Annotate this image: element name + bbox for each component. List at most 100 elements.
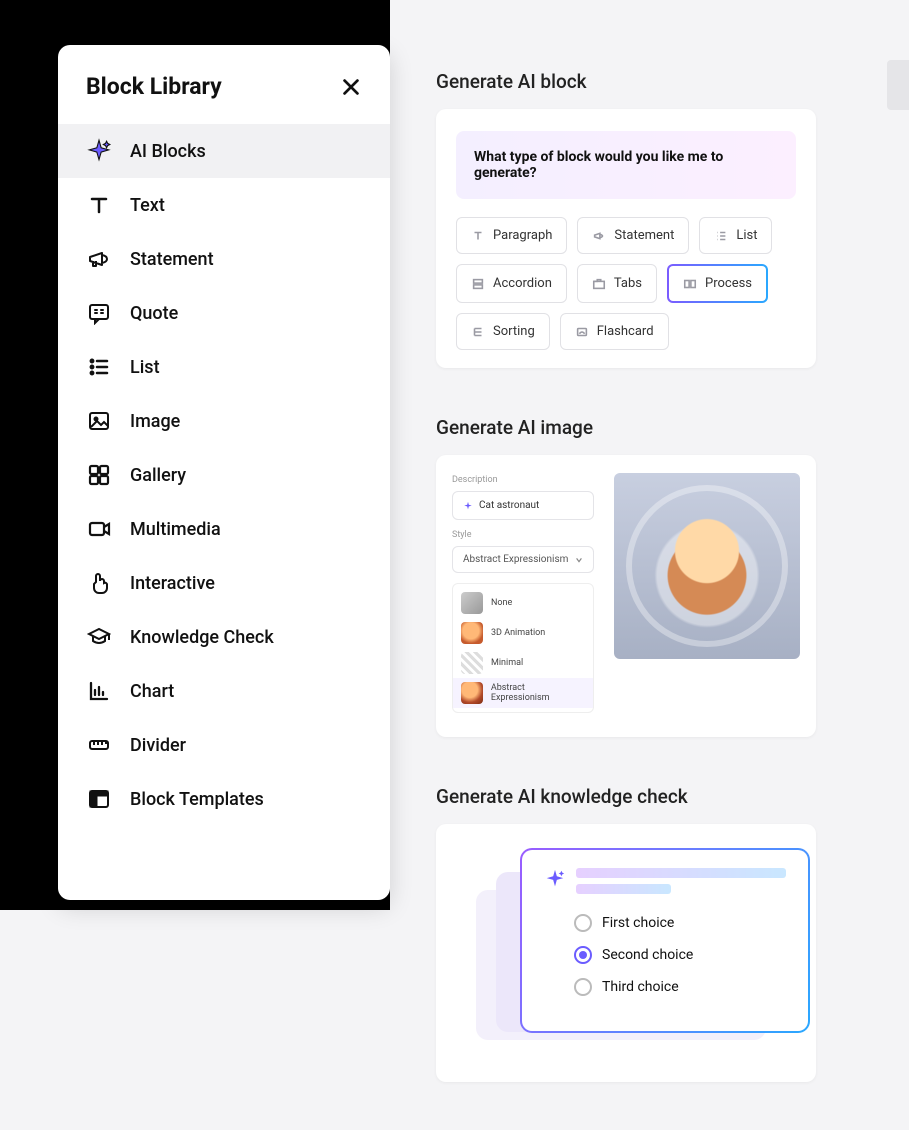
process-icon [683, 277, 697, 291]
ai-kc-card: First choice Second choice Third choice [436, 824, 816, 1082]
description-input[interactable]: Cat astronaut [452, 491, 594, 520]
chip-label: Sorting [493, 324, 535, 339]
ai-block-prompt: What type of block would you like me to … [456, 131, 796, 199]
ruler-icon [86, 732, 112, 758]
sidebar-item-label: Chart [130, 681, 174, 702]
sidebar-item-multimedia[interactable]: Multimedia [58, 502, 390, 556]
sidebar-item-label: Divider [130, 735, 186, 756]
chip-sorting[interactable]: Sorting [456, 313, 550, 350]
radio-icon [574, 978, 592, 996]
kc-question-placeholder [576, 868, 786, 900]
style-label: Style [452, 530, 594, 540]
style-option-label: Minimal [491, 658, 523, 668]
sidebar-item-knowledge-check[interactable]: Knowledge Check [58, 610, 390, 664]
statement-icon [592, 229, 606, 243]
style-option-3d-animation[interactable]: 3D Animation [453, 618, 593, 648]
graduation-cap-icon [86, 624, 112, 650]
style-options-list: None 3D Animation Minimal Abstract Expre… [452, 583, 594, 713]
kc-choice-label: Third choice [602, 979, 679, 995]
megaphone-icon [86, 246, 112, 272]
kc-choice-2[interactable]: Second choice [574, 946, 786, 964]
description-value: Cat astronaut [479, 500, 539, 511]
sidebar-item-divider[interactable]: Divider [58, 718, 390, 772]
text-icon [86, 192, 112, 218]
section-title-ai-kc: Generate AI knowledge check [436, 785, 816, 808]
ai-image-form: Description Cat astronaut Style Abstract… [452, 473, 594, 713]
accordion-icon [471, 277, 485, 291]
sidebar-item-statement[interactable]: Statement [58, 232, 390, 286]
radio-icon [574, 914, 592, 932]
sidebar-item-label: Knowledge Check [130, 627, 274, 648]
chip-label: List [736, 228, 757, 243]
sidebar-item-label: Gallery [130, 465, 186, 486]
list-icon [714, 229, 728, 243]
sparkle-icon [544, 868, 566, 890]
sidebar-item-gallery[interactable]: Gallery [58, 448, 390, 502]
chip-label: Process [705, 276, 752, 291]
chip-label: Flashcard [597, 324, 654, 339]
pointer-icon [86, 570, 112, 596]
sidebar-item-label: Block Templates [130, 789, 264, 810]
kc-choice-1[interactable]: First choice [574, 914, 786, 932]
sidebar-item-label: Image [130, 411, 180, 432]
sparkle-icon [463, 501, 473, 511]
description-label: Description [452, 475, 594, 485]
section-title-ai-image: Generate AI image [436, 416, 816, 439]
multimedia-icon [86, 516, 112, 542]
close-icon[interactable] [340, 76, 362, 98]
chip-flashcard[interactable]: Flashcard [560, 313, 669, 350]
sparkle-icon [86, 138, 112, 164]
paragraph-icon [471, 229, 485, 243]
radio-icon [574, 946, 592, 964]
ai-image-card: Description Cat astronaut Style Abstract… [436, 455, 816, 737]
kc-choice-3[interactable]: Third choice [574, 978, 786, 996]
chip-list[interactable]: List [699, 217, 772, 254]
block-type-chips: Paragraph Statement List Accordion Tabs … [456, 217, 796, 350]
section-title-ai-block: Generate AI block [436, 70, 816, 93]
sidebar-item-label: Multimedia [130, 519, 221, 540]
quote-icon [86, 300, 112, 326]
style-option-none[interactable]: None [453, 588, 593, 618]
ai-block-card: What type of block would you like me to … [436, 109, 816, 368]
chip-tabs[interactable]: Tabs [577, 264, 657, 303]
style-thumb-icon [461, 592, 483, 614]
chip-process[interactable]: Process [667, 264, 768, 303]
sidebar-item-interactive[interactable]: Interactive [58, 556, 390, 610]
sidebar-item-quote[interactable]: Quote [58, 286, 390, 340]
library-list: AI Blocks Text Statement Quote List [58, 124, 390, 826]
kc-choice-label: Second choice [602, 947, 693, 963]
style-selected-value: Abstract Expressionism [463, 554, 568, 565]
flashcard-icon [575, 325, 589, 339]
sidebar-item-label: Text [130, 195, 165, 216]
chip-paragraph[interactable]: Paragraph [456, 217, 567, 254]
templates-icon [86, 786, 112, 812]
chevron-down-icon [575, 556, 583, 564]
kc-card-front: First choice Second choice Third choice [520, 848, 810, 1033]
style-thumb-icon [461, 682, 483, 704]
sidebar-item-ai-blocks[interactable]: AI Blocks [58, 124, 390, 178]
panel-title: Block Library [86, 73, 222, 100]
gallery-icon [86, 462, 112, 488]
style-option-label: Abstract Expressionism [491, 683, 585, 703]
sidebar-item-label: Quote [130, 303, 178, 324]
chip-statement[interactable]: Statement [577, 217, 689, 254]
style-select[interactable]: Abstract Expressionism [452, 546, 594, 573]
sidebar-item-text[interactable]: Text [58, 178, 390, 232]
sidebar-item-image[interactable]: Image [58, 394, 390, 448]
scroll-handle[interactable] [887, 60, 909, 110]
sidebar-item-chart[interactable]: Chart [58, 664, 390, 718]
chip-label: Tabs [614, 276, 642, 291]
sidebar-item-block-templates[interactable]: Block Templates [58, 772, 390, 826]
block-library-panel: Block Library AI Blocks Text Statement [58, 45, 390, 900]
chip-label: Paragraph [493, 228, 552, 243]
chart-icon [86, 678, 112, 704]
style-option-minimal[interactable]: Minimal [453, 648, 593, 678]
chip-accordion[interactable]: Accordion [456, 264, 567, 303]
sidebar-item-label: List [130, 357, 160, 378]
kc-choice-label: First choice [602, 915, 674, 931]
style-option-abstract-expressionism[interactable]: Abstract Expressionism [453, 678, 593, 708]
sidebar-item-list[interactable]: List [58, 340, 390, 394]
tabs-icon [592, 277, 606, 291]
style-option-label: 3D Animation [491, 628, 545, 638]
sidebar-item-label: Statement [130, 249, 214, 270]
